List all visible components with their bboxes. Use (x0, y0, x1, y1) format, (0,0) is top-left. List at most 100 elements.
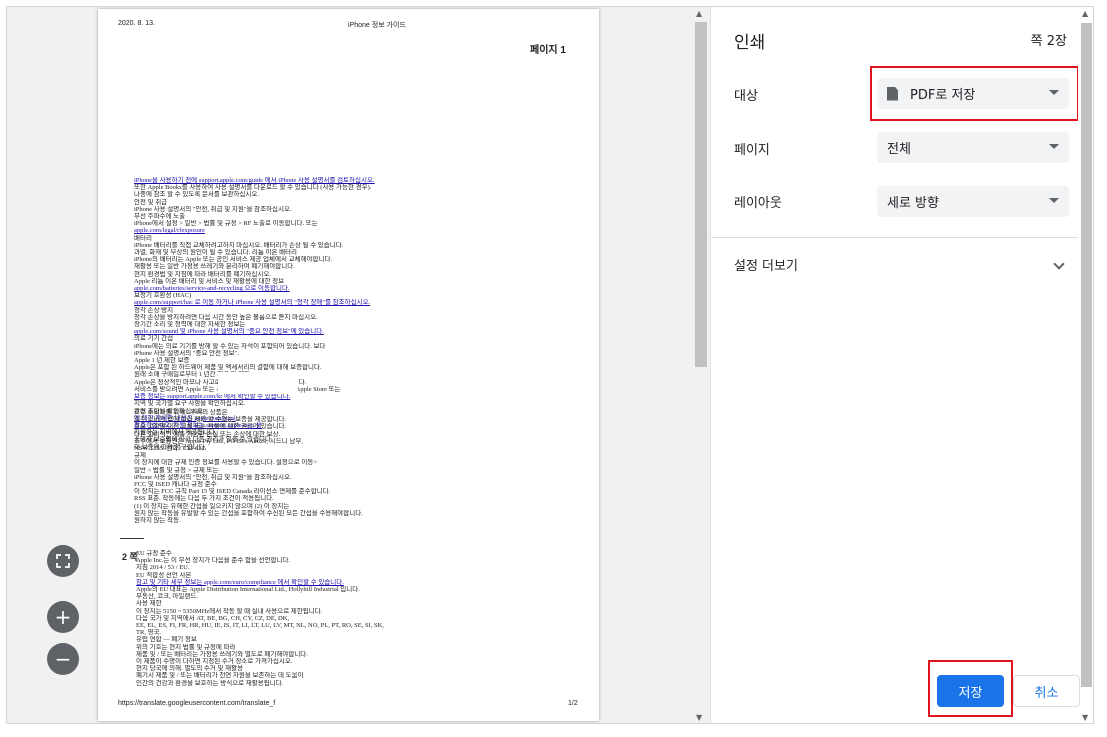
body-text-line: iPhone 사용 설명서의 "안전, 취급 및 지원"을 참조하십시오. (134, 205, 292, 213)
body-text-line: 이 장치는 FCC 규칙 Part 15 및 ISED Canada 라이선스 … (134, 488, 331, 496)
body-text-line: apple.com/sound 및 iPhone 사용 설명서의 "중요 안전 … (134, 328, 324, 336)
body-text-line: iPhone을 사용하기 전에 support.apple.com/guide … (134, 177, 375, 184)
highlight-save (928, 660, 1013, 717)
body-text-line: 주요 고장에 대한 교체 또는 환불에 대한 권리가 있습니다. (134, 423, 287, 431)
page-footer-number: 1/2 (568, 700, 578, 707)
body-text-line: apple.com/batteries/service-and-recyclin… (134, 285, 290, 293)
body-text-line: iPhone 사용 설명서의 "중요 안전 정보". (134, 349, 239, 357)
body-text-line: 이 장치는 5150 ~ 5350MHz에서 작동 할 때 실내 사용으로 제한… (136, 607, 323, 615)
settings-scrollbar-thumb[interactable] (1081, 23, 1092, 687)
body-text-line: 현지 당국에 의해. 별도의 수거 및 재활용 (136, 665, 244, 673)
pages-value: 전체 (887, 142, 911, 157)
body-text-line: 원하지 않는 작동. (134, 517, 181, 525)
body-text-line: EE, EL, ES, FI, FR, HR, HU, IE, IS, IT, … (136, 622, 384, 630)
body-text-line: 보증 정보는 support.apple.com/kr 에서 확인할 수 있습니… (134, 393, 291, 401)
cancel-button[interactable]: 취소 (1013, 675, 1080, 707)
settings-scrollbar[interactable]: ▲ ▼ (1078, 7, 1093, 723)
body-text-line: Apple Inc.는 이 무선 장치가 다음을 준수 함을 선언합니다. (136, 557, 291, 565)
destination-label: 대상 (734, 89, 758, 104)
body-text-line: FCC 및 ISED 캐나다 규정 준수 (134, 481, 217, 489)
highlight-destination (870, 66, 1079, 121)
body-text-line: iPhone에서 설정 > 일반 > 법률 및 규정 > RF 노출로 이동합니… (134, 220, 318, 228)
body-text-line: 제품 및 / 또는 배터리는 가정용 쓰레기와 별도로 폐기해야합니다. (136, 650, 308, 658)
body-text-line: 원치 않는 작동을 유발할 수 있는 간섭을 포함하여 수신된 모든 간섭을 수… (134, 509, 363, 517)
scroll-up-icon[interactable]: ▲ (1082, 9, 1088, 18)
body-text-line: Apple 1 년 제한 보증 (134, 357, 190, 365)
body-text-line: 참고 및 기타 세부 정보는 apple.com/euro/compliance… (136, 578, 344, 586)
body-text-line: TR, 영국. (136, 629, 162, 637)
body-text-line: 호주에서 보증인은 Apple Pty Ltd., PO Box A2629, … (134, 437, 303, 445)
body-text-line: (1) 이 장치는 유해한 간섭을 일으키지 않으며 (2) 이 장치는 (134, 502, 290, 510)
body-text-line: 호주 소비자를 위해 : 우리의 상품은 (134, 409, 228, 416)
fit-to-page-button[interactable] (47, 545, 79, 577)
scroll-up-icon[interactable]: ▲ (696, 9, 702, 18)
body-text-line: 또한 Apple Books를 사용하여 사용 설명서를 다운로드 할 수 있습… (134, 184, 372, 192)
zoom-out-button[interactable]: − (47, 643, 79, 675)
body-text-line: iPhone 배터리를 직접 교체하려고하지 마십시오. 배터리가 손상 될 수… (134, 241, 344, 249)
print-settings-sidebar: 인쇄 쪽 2장 대상 PDF로 저장 페이지 전체 레이아웃 세로 방향 설정 … (710, 7, 1093, 723)
fit-to-page-icon (56, 554, 70, 568)
dropdown-caret-icon (1049, 144, 1059, 149)
redacted-area (218, 372, 298, 394)
body-text-line: 현지 환경법 및 지침에 따라 배터리를 폐기하십시오. (134, 270, 271, 278)
preview-scrollbar[interactable]: ▲ ▼ (692, 7, 710, 723)
page-count: 쪽 2장 (1030, 34, 1067, 49)
body-text-line: 인간의 건강과 환경을 보호하는 방식으로 재활용됩니다. (136, 679, 284, 687)
body-text-line: 이 장치에 대한 규제 인증 정보를 사용할 수 있습니다. 설정으로 이동> (134, 459, 318, 467)
page-body-text-c: EU 규정 준수 Apple Inc.는 이 무선 장치가 다음을 준수 함을 선… (136, 550, 406, 687)
page-heading: 페이지 1 (530, 45, 566, 56)
body-text-line: Apple의 EU 대표는 Apple Distribution Interna… (136, 586, 360, 594)
body-text-line: 과열, 화재 및 부상의 원인이 될 수 있습니다. 리튬 이온 배터리 (134, 249, 298, 257)
body-text-line: 장기간 소리 및 청력에 대한 자세한 정보는 (134, 321, 246, 329)
chevron-down-icon[interactable] (1053, 258, 1065, 270)
body-text-line: 무선 주파수에 노출 (134, 213, 186, 221)
body-text-line: Apple은 포함 된 하드웨어 제품 및 액세서리의 결함에 대해 보증합니다… (134, 364, 322, 372)
page-body-text-b: 호주 소비자를 위해 : 우리의 상품은 호주 소비자 법에 따라 제외 할 수없… (134, 409, 404, 524)
body-text-line: iPhone 사용 설명서의 "안전, 취급 및 지원"을 참조하십시오. (134, 473, 292, 481)
layout-value: 세로 방향 (887, 196, 939, 211)
dropdown-caret-icon (1049, 198, 1059, 203)
preview-scrollbar-thumb[interactable] (695, 22, 707, 367)
body-text-line: 의료 기기 간섭 (134, 335, 174, 343)
body-text-line: apple.com/legal/rfexposure (134, 227, 205, 235)
body-text-line: EU 규정 준수 (136, 550, 172, 557)
body-text-line: NSW 1235. 전화 : 133-622. (134, 445, 207, 453)
pages-label: 페이지 (734, 143, 770, 158)
body-text-line: 지침 2014 / 53 / EU. (136, 564, 190, 572)
body-text-line: 호주 소비자 법에 따라 제외 할 수없는 보증을 제공합니다. (134, 416, 287, 424)
body-text-line: 유럽 연합 — 폐기 정보 (136, 636, 197, 644)
body-text-line: 규제 (134, 452, 146, 460)
print-preview-pane: 2020. 8. 13. iPhone 정보 가이드 페이지 1 iPhone을… (7, 7, 710, 723)
body-text-line: 폐기시 제품 및 / 또는 배터리가 천연 자원을 보존하는 데 도움이 (136, 672, 304, 680)
body-text-line: 지역 및 국가별 요구 사항을 확인하십시오. (134, 400, 246, 408)
body-text-line: iPhone의 배터리는 Apple 또는 공인 서비스 제공 업체에서 교체해… (134, 256, 333, 264)
body-text-line: 일반 > 법률 및 규정 > 규제 또는 (134, 466, 219, 474)
body-text-line: iPhone에는 의료 기기를 방해 할 수 있는 자석이 포함되어 있습니다.… (134, 342, 326, 350)
body-text-line: 보청기 호환성 (HAC) (134, 292, 192, 300)
scroll-down-icon[interactable]: ▼ (696, 713, 702, 722)
pages-select[interactable]: 전체 (877, 132, 1069, 163)
body-text-line: 부동산, 코크, 아일랜드. (136, 593, 198, 601)
body-text-line: 이 제품이 수명이 다하면 지정된 수거 장소로 가져가십시오. (136, 658, 293, 666)
body-text-line: 재활용 또는 일반 가정용 쓰레기와 분리하여 폐기해야합니다. (134, 263, 295, 271)
section-divider (120, 538, 144, 539)
body-text-line: 청각 손상을 방지하려면 다음 시간 동안 높은 볼륨으로 듣지 마십시오. (134, 313, 318, 321)
more-settings-toggle[interactable]: 설정 더보기 (734, 255, 798, 274)
body-text-line: 배터리 (134, 234, 152, 242)
body-text-line: 안전 및 취급 (134, 198, 168, 206)
preview-page: 2020. 8. 13. iPhone 정보 가이드 페이지 1 iPhone을… (98, 9, 599, 721)
settings-divider (711, 237, 1093, 238)
print-dialog: 2020. 8. 13. iPhone 정보 가이드 페이지 1 iPhone을… (6, 6, 1094, 724)
zoom-in-button[interactable]: + (47, 601, 79, 633)
body-text-line: 다음 국가 및 지역에서 AT, BE, BG, CH, CY, CZ, DE,… (136, 614, 290, 622)
body-text-line: 나중에 참조 할 수 있도록 문서를 보관하십시오. (134, 191, 259, 199)
body-text-line: 청각 손상 방지 (134, 306, 174, 314)
page-footer-url: https://translate.googleusercontent.com/… (118, 700, 276, 707)
scroll-down-icon[interactable]: ▼ (1082, 713, 1088, 722)
page-header-title: iPhone 정보 가이드 (348, 22, 406, 29)
layout-select[interactable]: 세로 방향 (877, 186, 1069, 217)
print-title: 인쇄 (734, 33, 766, 53)
body-text-line: 사용 제한 (136, 600, 162, 608)
body-text-line: Apple 리튬 이온 배터리 및 서비스 및 재활용에 대한 정보 (134, 277, 285, 285)
body-text-line: RSS 표준. 작동에는 다음 두 가지 조건이 적용됩니다. (134, 495, 274, 503)
